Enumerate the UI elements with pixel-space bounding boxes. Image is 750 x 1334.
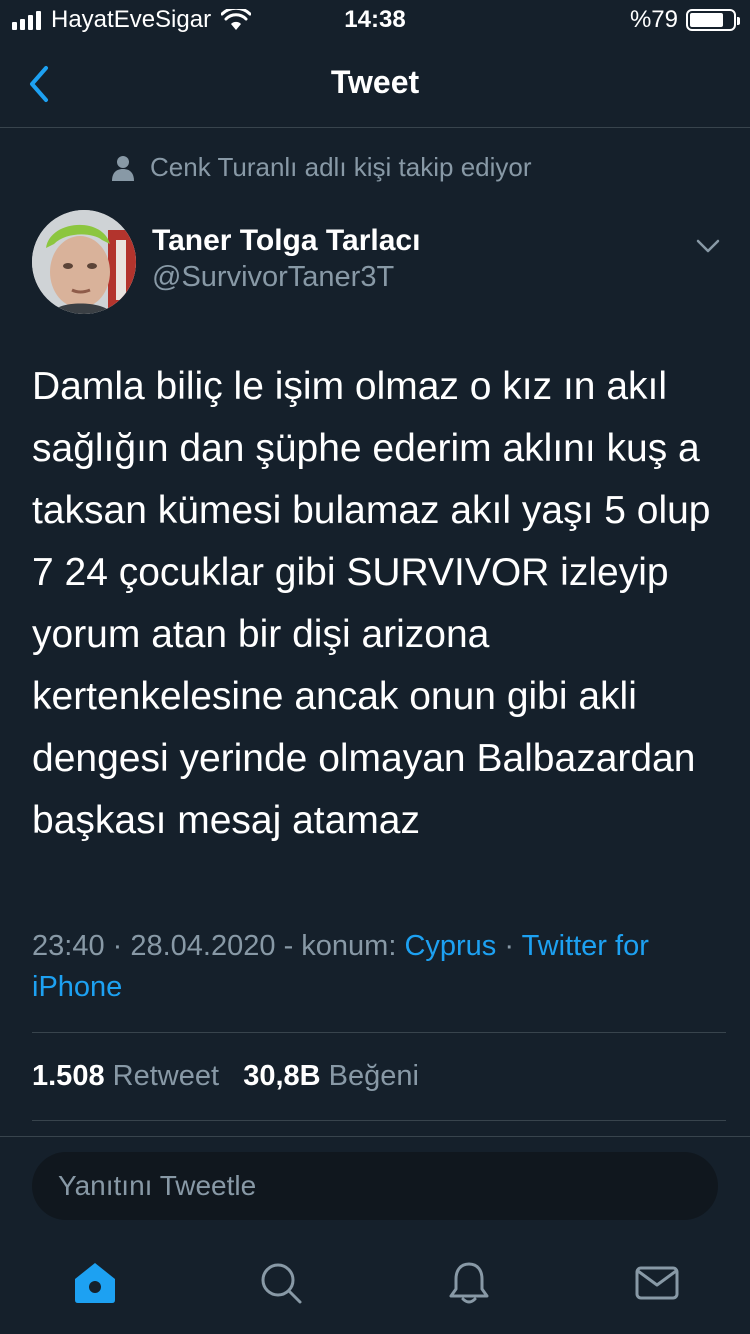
nav-bar: Tweet [0,40,750,128]
like-count: 30,8B [243,1060,321,1092]
bell-icon[interactable] [446,1260,492,1306]
like-stat[interactable]: 30,8B Beğeni [243,1060,419,1092]
avatar[interactable] [32,210,136,314]
meta-separator: · [104,930,131,962]
tab-bar [0,1238,750,1334]
meta-separator: · [496,930,522,962]
tweet-text: Damla biliç le işim olmaz o kız ın akıl … [32,365,711,842]
tweet-date: 28.04.2020 [130,930,276,962]
mail-icon[interactable] [634,1260,680,1306]
reply-input[interactable]: Yanıtını Tweetle [32,1152,718,1220]
social-context[interactable]: Cenk Turanlı adlı kişi takip ediyor [112,152,532,183]
battery-percent: %79 [629,6,678,33]
status-bar-right: %79 [629,6,740,34]
page-title: Tweet [330,64,420,100]
tweet-meta: 23:40 · 28.04.2020 - konum: Cyprus · Twi… [32,926,712,1008]
battery-icon [686,9,740,31]
retweet-label: Retweet [112,1060,220,1092]
retweet-stat[interactable]: 1.508 Retweet [32,1060,219,1092]
divider [0,1136,750,1137]
location-prefix: - konum: [275,930,405,962]
battery-fill [690,13,724,27]
chevron-down-icon[interactable] [694,232,722,260]
author-name[interactable]: Taner Tolga Tarlacı [152,224,420,258]
status-bar: HayatEveSigar 14:38 %79 [0,0,750,40]
retweet-count: 1.508 [32,1060,105,1092]
divider [32,1032,726,1033]
location-link[interactable]: Cyprus [404,930,496,962]
home-icon[interactable] [72,1260,118,1306]
divider [32,1120,726,1121]
social-context-text: Cenk Turanlı adlı kişi takip ediyor [150,152,532,182]
tweet-time: 23:40 [32,930,105,962]
avatar-image [32,210,136,314]
like-label: Beğeni [328,1060,419,1092]
tweet-stats: 1.508 Retweet 30,8B Beğeni [32,1060,419,1093]
author-handle[interactable]: @SurvivorTaner3T [152,261,394,294]
person-icon [112,155,134,181]
search-icon[interactable] [258,1260,304,1306]
